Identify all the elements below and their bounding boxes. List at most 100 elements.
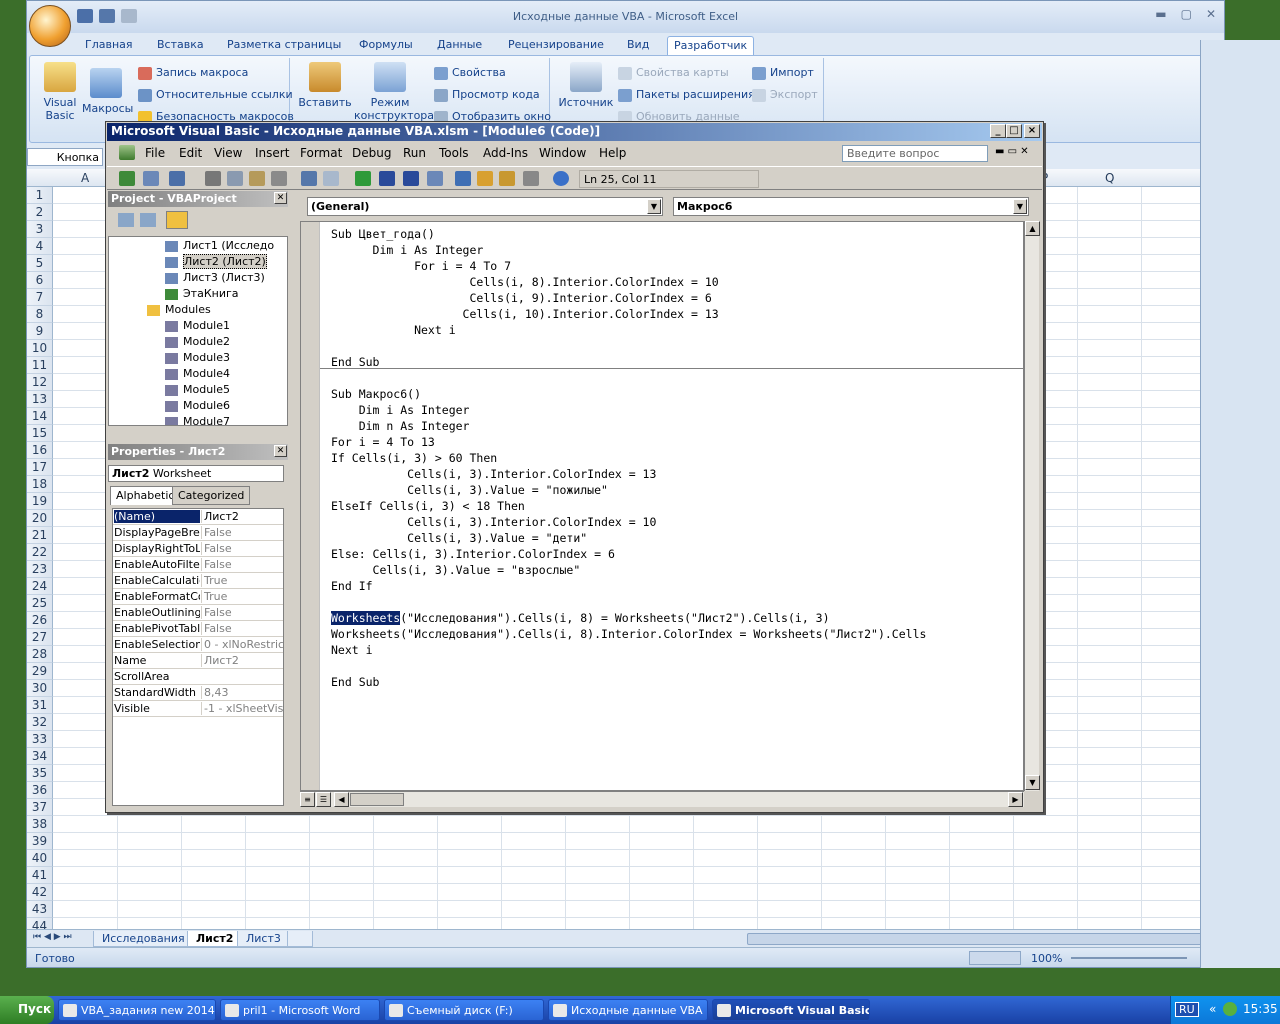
name-box[interactable]: Кнопка — [27, 148, 103, 166]
row-header[interactable]: 12 — [27, 374, 53, 391]
row-header[interactable]: 17 — [27, 459, 53, 476]
code-horizontal-scrollbar[interactable]: ≡ ☰ ◀ ▶ — [300, 791, 1024, 807]
tab-page-layout[interactable]: Разметка страницы — [221, 36, 347, 55]
property-row[interactable]: EnableOutlining False — [113, 605, 283, 621]
insert-control-button[interactable]: Вставить — [298, 62, 352, 109]
tree-item[interactable]: Лист1 (Исследо — [165, 239, 274, 252]
find-icon[interactable] — [271, 171, 287, 186]
task-pril1-word[interactable]: pril1 - Microsoft Word — [220, 999, 380, 1021]
row-header[interactable]: 9 — [27, 323, 53, 340]
undo-icon[interactable] — [99, 9, 115, 23]
row-header[interactable]: 38 — [27, 816, 53, 833]
property-row[interactable]: EnableFormatConTrue — [113, 589, 283, 605]
design-mode-icon[interactable] — [427, 171, 443, 186]
project-explorer-icon[interactable] — [455, 171, 471, 186]
run-icon[interactable] — [355, 171, 371, 186]
tab-alphabetic[interactable]: Alphabetic — [110, 486, 181, 505]
row-header[interactable]: 5 — [27, 255, 53, 272]
row-header[interactable]: 10 — [27, 340, 53, 357]
insert-sheet-icon[interactable] — [287, 931, 313, 947]
menu-view[interactable]: View — [214, 146, 242, 160]
property-row[interactable]: EnablePivotTable False — [113, 621, 283, 637]
tab-formulas[interactable]: Формулы — [353, 36, 419, 55]
sheet-nav-arrows[interactable]: ⏮ ◀ ▶ ⏭ — [33, 932, 72, 942]
property-row[interactable]: ScrollArea — [113, 669, 283, 685]
tree-item[interactable]: Module1 — [165, 319, 230, 332]
row-header[interactable]: 28 — [27, 646, 53, 663]
column-header[interactable]: Q — [1105, 171, 1114, 185]
row-header[interactable]: 20 — [27, 510, 53, 527]
save-icon[interactable] — [169, 171, 185, 186]
property-row[interactable]: DisplayRightToLefFalse — [113, 541, 283, 557]
task-excel[interactable]: Исходные данные VBA — [548, 999, 708, 1021]
tree-item[interactable]: Module6 — [165, 399, 230, 412]
reset-icon[interactable] — [403, 171, 419, 186]
row-header[interactable]: 25 — [27, 595, 53, 612]
row-header[interactable]: 41 — [27, 867, 53, 884]
vbe-minimize-button[interactable]: _ — [990, 124, 1006, 138]
row-header[interactable]: 8 — [27, 306, 53, 323]
full-module-view-icon[interactable]: ☰ — [316, 792, 331, 807]
menu-edit[interactable]: Edit — [179, 146, 202, 160]
view-object-icon[interactable] — [140, 213, 156, 227]
row-header[interactable]: 19 — [27, 493, 53, 510]
row-header[interactable]: 32 — [27, 714, 53, 731]
visual-basic-button[interactable]: Visual Basic — [40, 62, 80, 122]
properties-object-select[interactable]: Лист2 Worksheet — [108, 465, 284, 482]
property-row[interactable]: EnableAutoFilter False — [113, 557, 283, 573]
close-icon[interactable]: ✕ — [1206, 7, 1216, 21]
menu-debug[interactable]: Debug — [352, 146, 391, 160]
toolbox-icon[interactable] — [523, 171, 539, 186]
row-header[interactable]: 34 — [27, 748, 53, 765]
code-editor[interactable]: Sub Цвет_года() Dim i As Integer For i =… — [300, 221, 1024, 791]
procedure-view-icon[interactable]: ≡ — [300, 792, 315, 807]
procedure-combo[interactable]: Макрос6 ▼ — [673, 197, 1029, 216]
property-row[interactable]: DisplayPageBreakFalse — [113, 525, 283, 541]
property-row[interactable]: Name Лист2 — [113, 653, 283, 669]
row-header[interactable]: 42 — [27, 884, 53, 901]
task-vbe[interactable]: Microsoft Visual Basic... — [712, 999, 870, 1021]
view-code-icon[interactable] — [118, 213, 134, 227]
menu-insert[interactable]: Insert — [255, 146, 289, 160]
copy-icon[interactable] — [227, 171, 243, 186]
view-code-button[interactable]: Просмотр кода — [434, 88, 540, 102]
row-header[interactable]: 43 — [27, 901, 53, 918]
row-header[interactable]: 18 — [27, 476, 53, 493]
close-icon[interactable]: ✕ — [274, 445, 287, 457]
menu-file[interactable]: File — [145, 146, 165, 160]
view-buttons[interactable] — [969, 951, 1021, 965]
row-header[interactable]: 3 — [27, 221, 53, 238]
code-vertical-scrollbar[interactable]: ▲ ▼ — [1024, 221, 1040, 791]
row-header[interactable]: 6 — [27, 272, 53, 289]
zoom-slider[interactable] — [1071, 957, 1187, 959]
vbe-app-icon[interactable] — [119, 145, 135, 160]
menu-format[interactable]: Format — [300, 146, 342, 160]
scroll-right-icon[interactable]: ▶ — [1008, 792, 1023, 807]
object-browser-icon[interactable] — [499, 171, 515, 186]
tab-view[interactable]: Вид — [621, 36, 655, 55]
menu-addins[interactable]: Add-Ins — [483, 146, 528, 160]
language-indicator[interactable]: RU — [1175, 1002, 1199, 1017]
tree-item[interactable]: Module2 — [165, 335, 230, 348]
scroll-thumb[interactable] — [350, 793, 404, 806]
scroll-up-icon[interactable]: ▲ — [1025, 221, 1040, 236]
tab-data[interactable]: Данные — [431, 36, 488, 55]
map-properties-button[interactable]: Свойства карты — [618, 66, 729, 80]
property-row[interactable]: Visible -1 - xlSheetVisib — [113, 701, 283, 717]
redo-icon[interactable] — [121, 9, 137, 23]
row-header[interactable]: 7 — [27, 289, 53, 306]
properties-button[interactable]: Свойства — [434, 66, 506, 80]
design-mode-button[interactable]: Режим конструктора — [354, 62, 434, 122]
source-button[interactable]: Источник — [558, 62, 614, 109]
row-header[interactable]: 35 — [27, 765, 53, 782]
row-header[interactable]: 40 — [27, 850, 53, 867]
minimize-icon[interactable]: ▬ — [1155, 7, 1166, 21]
row-header[interactable]: 27 — [27, 629, 53, 646]
row-header[interactable]: 15 — [27, 425, 53, 442]
object-combo[interactable]: (General) ▼ — [307, 197, 663, 216]
select-all-corner[interactable] — [27, 169, 53, 187]
column-header[interactable]: A — [81, 171, 89, 185]
properties-grid[interactable]: (Name)Лист2DisplayPageBreakFalseDisplayR… — [112, 508, 284, 806]
import-button[interactable]: Импорт — [752, 66, 814, 80]
row-header[interactable]: 23 — [27, 561, 53, 578]
